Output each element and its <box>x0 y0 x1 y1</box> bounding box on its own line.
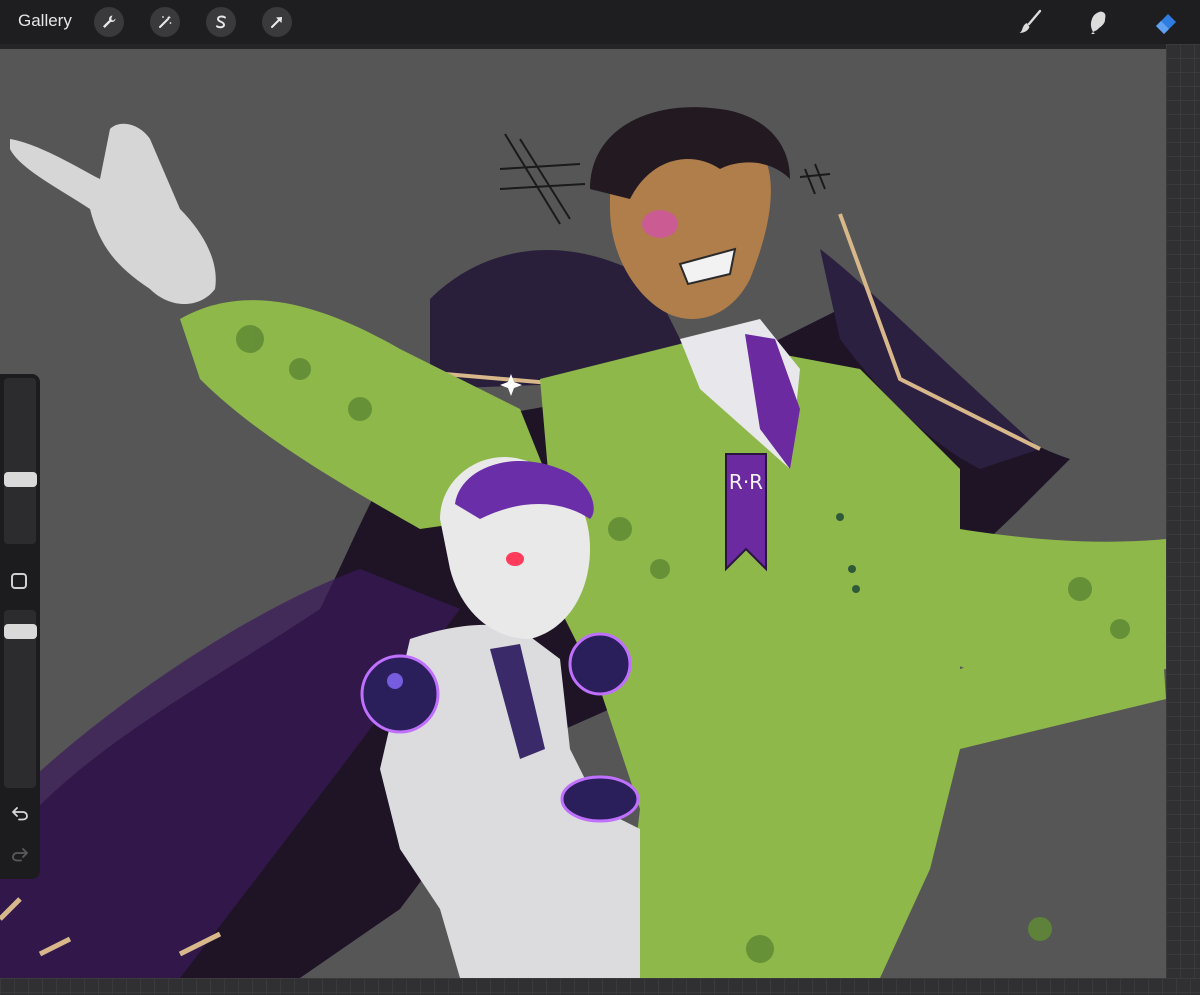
gallery-button[interactable]: Gallery <box>18 11 72 31</box>
top-toolbar: Gallery <box>0 0 1200 44</box>
redo-button[interactable] <box>9 843 31 865</box>
opacity-handle[interactable] <box>4 624 37 639</box>
undo-arrow-icon <box>12 807 28 821</box>
orb-highlight <box>387 673 403 689</box>
artwork-illustration: R·R <box>0 107 1166 978</box>
white-glove <box>10 123 216 304</box>
selection-button[interactable] <box>206 7 236 37</box>
eraser-icon <box>1156 14 1176 34</box>
paint-tool-button[interactable] <box>1014 6 1046 38</box>
actions-button[interactable] <box>94 7 124 37</box>
transform-button[interactable] <box>262 7 292 37</box>
anger-scribble-right <box>799 163 831 195</box>
selection-s-icon <box>216 15 226 29</box>
wrench-icon <box>103 15 116 28</box>
purple-orb-right <box>568 632 632 696</box>
adjustments-button[interactable] <box>150 7 180 37</box>
canvas-bottom-grid <box>0 978 1200 995</box>
purple-orb-bottom <box>560 775 640 823</box>
red-eye <box>506 552 524 566</box>
undo-button[interactable] <box>9 802 31 824</box>
brush-sidebar <box>0 374 40 879</box>
eraser-tool-button[interactable] <box>1150 6 1182 38</box>
smudge-icon <box>1090 11 1106 34</box>
brush-size-slider[interactable] <box>4 378 36 544</box>
arrow-cursor-icon <box>271 17 282 28</box>
canvas-edge-grid <box>1166 44 1200 995</box>
procreate-app: Gallery R·R <box>0 0 1200 995</box>
magic-wand-icon <box>159 15 172 28</box>
modify-button[interactable] <box>11 573 27 589</box>
brush-icon <box>1019 9 1042 33</box>
artwork-canvas[interactable]: R·R <box>0 49 1166 978</box>
smudge-tool-button[interactable] <box>1082 6 1114 38</box>
anger-scribble-left <box>499 133 586 225</box>
redo-arrow-icon <box>12 848 28 862</box>
purple-orb-left <box>360 654 440 734</box>
brush-size-handle[interactable] <box>4 472 37 487</box>
glowing-eye <box>642 210 678 238</box>
rr-badge-text: R·R <box>729 470 763 494</box>
